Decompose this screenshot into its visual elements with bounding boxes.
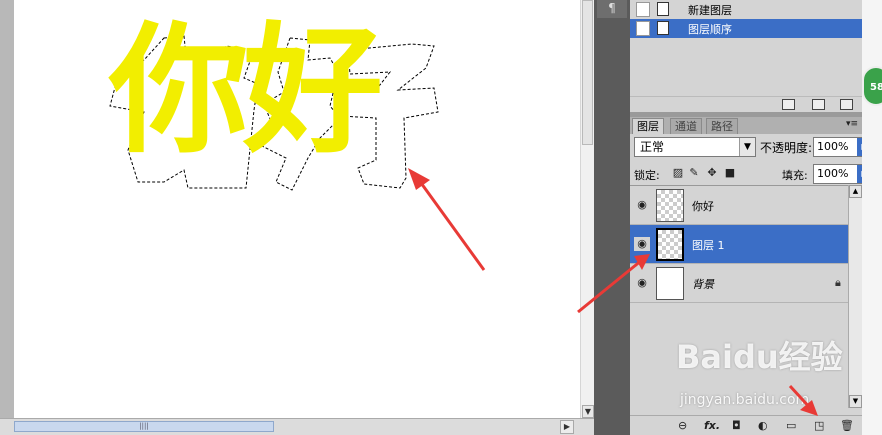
lock-move-icon[interactable]: ✥	[706, 167, 718, 179]
layers-panel: 图层 通道 路径 ▾≡ 正常 ▼ 不透明度: 100% ▶ 锁定: ▨ ✎ ✥ …	[630, 117, 873, 435]
tab-channels[interactable]: 通道	[670, 118, 702, 134]
document-canvas[interactable]: 你好	[14, 0, 580, 418]
layer-row[interactable]: ◉ 你好	[630, 186, 848, 225]
history-item-active[interactable]: 图层顺序	[630, 19, 862, 38]
layer-row-selected[interactable]: ◉ 图层 1	[630, 225, 848, 264]
paragraph-icon[interactable]: ¶	[597, 0, 627, 18]
layer-thumbnail	[656, 189, 684, 222]
layers-footer: ⊖ fx. ◘ ◐ ▭ ◳ 🗑︎	[630, 415, 862, 435]
scroll-down-arrow-icon[interactable]: ▼	[582, 405, 594, 418]
mask-icon[interactable]: ◘	[732, 419, 741, 432]
scroll-right-arrow-icon[interactable]: ▶	[560, 420, 574, 434]
group-icon[interactable]: ▭	[786, 419, 796, 432]
history-footer	[630, 96, 862, 112]
blend-mode-select[interactable]: 正常 ▼	[634, 137, 756, 157]
panel-dock-strip: ¶	[594, 0, 630, 435]
layer-thumbnail	[656, 267, 684, 300]
scroll-down-arrow-icon[interactable]: ▼	[849, 395, 862, 408]
lock-brush-icon[interactable]: ✎	[688, 167, 700, 179]
left-gutter	[0, 0, 14, 418]
lock-all-icon[interactable]: ■	[724, 167, 736, 179]
hscroll-thumb[interactable]: ||||	[14, 421, 274, 432]
document-icon	[657, 21, 669, 35]
tab-layers[interactable]: 图层	[632, 118, 664, 134]
lock-label: 锁定:	[634, 169, 660, 182]
layer-list-scrollbar[interactable]: ▲ ▼	[848, 185, 862, 408]
panel-menu-icon[interactable]: ▾≡	[846, 119, 858, 129]
link-icon[interactable]: ⊖	[678, 419, 687, 432]
scroll-up-arrow-icon[interactable]: ▲	[849, 185, 862, 198]
chevron-down-icon[interactable]: ▼	[739, 138, 755, 156]
canvas-text-layer[interactable]: 你好	[109, 22, 383, 162]
canvas-vertical-scrollbar[interactable]: ▼	[580, 0, 594, 418]
opacity-label: 不透明度:	[760, 141, 813, 155]
adjustment-icon[interactable]: ◐	[758, 419, 768, 432]
layer-thumbnail	[656, 228, 684, 261]
layer-row[interactable]: ◉ 背景 🔒︎	[630, 264, 848, 303]
layer-name: 你好	[692, 200, 714, 213]
new-snapshot-icon[interactable]	[782, 99, 795, 110]
fx-icon[interactable]: fx.	[704, 419, 720, 432]
tab-paths[interactable]: 路径	[706, 118, 738, 134]
fill-label: 填充:	[782, 169, 808, 182]
history-item-label: 图层顺序	[688, 23, 732, 36]
watermark-url: jingyan.baidu.com	[680, 392, 810, 408]
history-panel: 新建图层 图层顺序	[630, 0, 862, 112]
snapshot-checkbox[interactable]	[636, 2, 650, 17]
blend-mode-value: 正常	[640, 140, 665, 154]
camera-icon[interactable]	[812, 99, 825, 110]
lock-icon: 🔒︎	[835, 276, 841, 289]
visibility-eye-icon[interactable]: ◉	[634, 198, 650, 212]
vscroll-thumb[interactable]	[582, 0, 593, 145]
visibility-eye-icon[interactable]: ◉	[634, 276, 650, 290]
snapshot-checkbox[interactable]	[636, 21, 650, 36]
opacity-value: 100%	[817, 140, 849, 153]
new-layer-icon[interactable]: ◳	[814, 419, 824, 432]
notification-badge[interactable]: 58	[862, 66, 882, 106]
right-edge	[862, 0, 882, 435]
layers-panel-tabs: 图层 通道 路径 ▾≡	[630, 117, 862, 134]
history-item[interactable]: 新建图层	[630, 0, 862, 19]
lock-transparency-icon[interactable]: ▨	[672, 167, 684, 179]
history-item-label: 新建图层	[688, 4, 732, 17]
fill-value: 100%	[817, 167, 849, 180]
photoshop-window: 你好 ▼ |||| ▶ ¶ 新建图层 图层顺序 图层 通道 路径 ▾≡ 正常 ▼…	[0, 0, 882, 435]
layer-name: 背景	[692, 278, 714, 291]
trash-icon[interactable]: 🗑︎	[840, 419, 854, 432]
visibility-eye-icon[interactable]: ◉	[634, 237, 650, 251]
trash-icon[interactable]	[840, 99, 853, 110]
document-icon	[657, 2, 669, 16]
layer-name: 图层 1	[692, 239, 725, 252]
watermark-logo: Baidu经验	[676, 338, 843, 376]
canvas-horizontal-scrollbar[interactable]: |||| ▶	[0, 418, 594, 435]
